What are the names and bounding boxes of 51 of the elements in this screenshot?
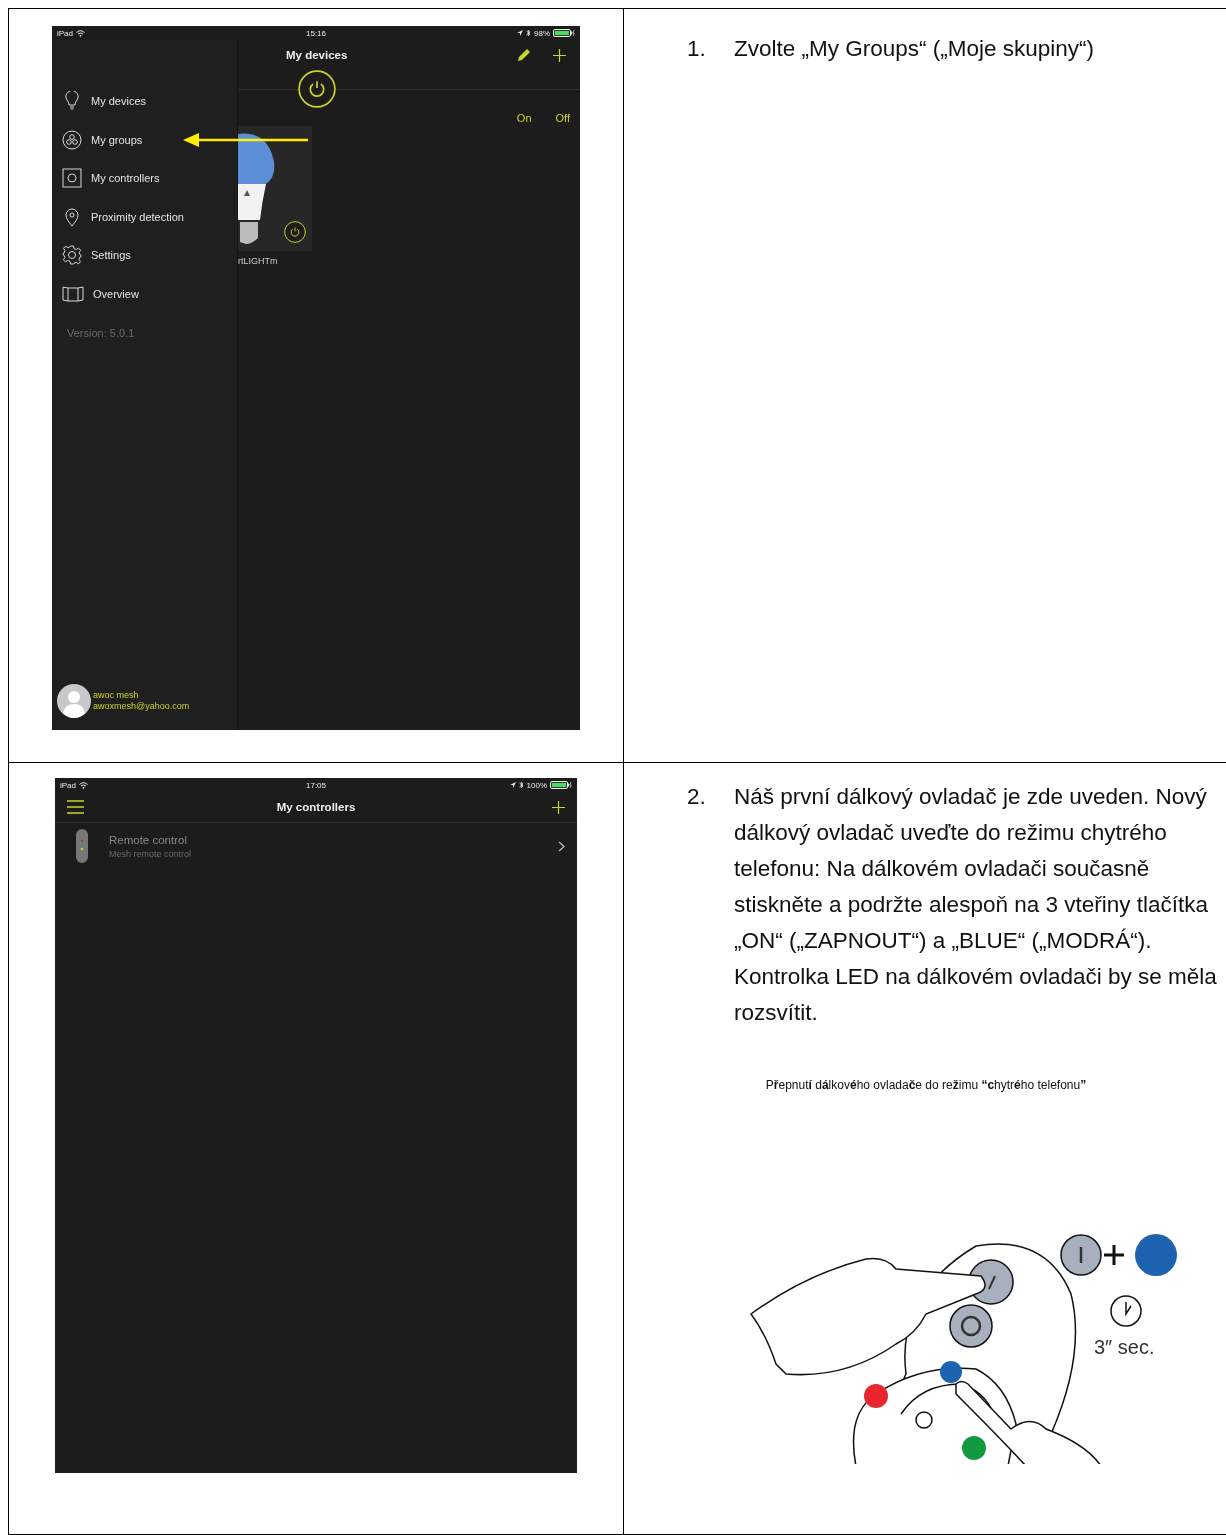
off-button[interactable]: Off — [555, 112, 570, 126]
controller-name: Remote control — [109, 833, 188, 846]
wifi-icon — [79, 781, 88, 789]
step-number: 1. — [687, 35, 707, 63]
lightbulb-icon — [62, 91, 82, 112]
step-instruction: Zvolte „My Groups“ („Moje skupiny“) — [734, 35, 1096, 63]
chevron-icon — [558, 840, 565, 852]
version-label: Version: 5.0.1 — [67, 327, 136, 339]
step-instruction: Náš první dálkový ovladač je zde uveden. Nový dálkový ovladač uveďte do režimu chytrého telefonu: Na dálkovém ovladači současně stiskněte a podržte alespoň na 3 vteřiny tlačítka „ON“ („ZAPNOUT“) a „BLUE“ („MODRÁ“). Kontrolka LED na dálkovém ovladači by se měla rozsvítit. — [734, 783, 1218, 1027]
menu-item[interactable]: Settings — [52, 236, 237, 275]
controller-row[interactable]: Remote control Mesh remote control — [55, 823, 577, 869]
circles-icon — [62, 129, 82, 150]
menu-icon[interactable] — [67, 800, 84, 814]
battery-percent: 100% — [526, 780, 547, 790]
screen-title: My controllers — [276, 801, 356, 813]
avatar-icon — [57, 684, 91, 718]
device-card[interactable] — [238, 126, 312, 251]
menu-item[interactable]: Proximity detection — [52, 197, 237, 236]
duration-label: 3″ sec. — [1094, 1336, 1155, 1358]
device-name: rtLIGHTm — [238, 256, 279, 266]
step-number: 2. — [687, 783, 707, 811]
controller-type: Mesh remote control — [109, 848, 193, 859]
menu-item[interactable]: My devices — [52, 82, 237, 121]
menu-item[interactable]: My controllers — [52, 159, 237, 198]
pencil-icon[interactable] — [517, 48, 531, 62]
user-name: awoc mesh — [93, 690, 140, 701]
plus-icon[interactable] — [553, 48, 566, 62]
battery-icon — [550, 781, 572, 789]
carrier-label: iPad — [57, 28, 73, 38]
carrier-label: iPad — [60, 780, 76, 790]
battery-percent: 98% — [534, 28, 550, 38]
figure-caption: Přepnutí dálkového ovladače do režimu “chytrého telefonu” — [764, 1077, 1088, 1094]
device-power-button[interactable] — [284, 221, 306, 243]
menu-item[interactable]: My groups — [52, 120, 237, 159]
menu-item[interactable]: Overview — [52, 274, 237, 313]
location-pin-icon — [62, 206, 82, 227]
location-icon — [509, 782, 516, 788]
plus-icon[interactable] — [552, 800, 565, 814]
map-icon — [62, 284, 84, 303]
wifi-icon — [76, 29, 85, 37]
on-button[interactable]: On — [516, 112, 532, 126]
user-email: awoxmesh@yahoo.com — [93, 701, 190, 712]
battery-icon — [553, 29, 575, 37]
screen-title: My devices — [286, 49, 348, 61]
status-time: 17:05 — [306, 780, 326, 790]
bluetooth-icon — [518, 781, 524, 789]
bluetooth-icon — [526, 29, 531, 37]
power-button[interactable] — [298, 70, 336, 108]
location-icon — [517, 30, 523, 36]
settings-icon — [62, 245, 82, 266]
status-time: 15:16 — [306, 28, 326, 38]
